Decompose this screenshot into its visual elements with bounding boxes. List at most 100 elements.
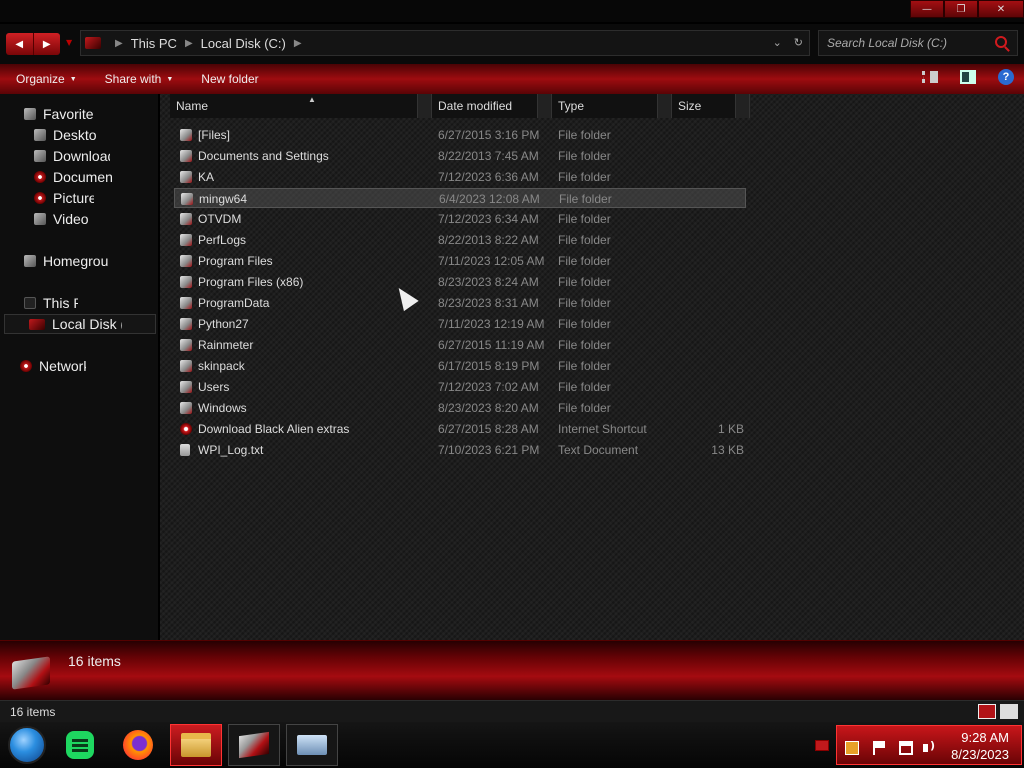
column-divider[interactable] [657, 94, 671, 118]
folder-icon: folder-icon [180, 171, 192, 183]
nav-homegroup[interactable]: Homegroup [24, 251, 108, 271]
preview-pane-icon[interactable] [960, 70, 976, 84]
column-header-date[interactable]: Date modified [432, 94, 552, 118]
caret-down-icon: ▼ [69, 75, 77, 83]
file-name: KA [198, 170, 215, 184]
close-button[interactable]: ✕ [978, 0, 1024, 18]
nav-videos[interactable]: Videos [34, 209, 88, 229]
table-row[interactable]: folder-icon skinpack 6/17/2015 8:19 PM File… [174, 356, 746, 376]
file-name: Users [198, 380, 230, 394]
back-button[interactable]: ◀ [6, 33, 34, 55]
table-row[interactable]: folder-icon Python27 7/11/2023 12:19 AM Fil… [174, 314, 746, 334]
maximize-button[interactable]: ❐ [944, 0, 978, 18]
file-date-modified: 6/4/2023 12:08 AM [439, 192, 540, 206]
search-icon[interactable] [995, 36, 1007, 48]
search-placeholder: Search Local Disk (C:) [827, 36, 948, 50]
file-size: 13 KB [711, 443, 744, 457]
file-date-modified: 6/27/2015 11:19 AM [438, 338, 545, 352]
table-row[interactable]: folder-icon Windows 8/23/2023 8:20 AM File … [174, 398, 746, 418]
column-header-name[interactable]: Name ▲ [170, 94, 432, 118]
table-row[interactable]: folder-icon [Files] 6/27/2015 3:16 PM File … [174, 125, 746, 145]
nav-documents[interactable]: Documents [34, 167, 112, 187]
large-icons-view-icon[interactable] [1000, 704, 1018, 719]
column-header-type[interactable]: Type [552, 94, 672, 118]
network-icon[interactable] [899, 741, 913, 755]
status-item-count: 16 items [10, 705, 56, 719]
file-name: Documents and Settings [198, 149, 329, 163]
chevron-down-icon[interactable]: ⌄ [773, 36, 782, 49]
details-view-icon[interactable] [978, 704, 996, 719]
table-row[interactable]: folder-icon Users 7/12/2023 7:02 AM File fo… [174, 377, 746, 397]
share-with-button[interactable]: Share with ▼ [105, 72, 174, 86]
taskbar-app[interactable] [286, 724, 338, 766]
file-type: File folder [558, 149, 611, 163]
help-icon[interactable]: ? [998, 69, 1014, 85]
details-item-count: 16 items [68, 653, 121, 669]
file-date-modified: 7/12/2023 6:36 AM [438, 170, 539, 184]
folder-icon: folder-icon [180, 276, 192, 288]
column-label: Date modified [438, 99, 513, 113]
file-date-modified: 7/12/2023 7:02 AM [438, 380, 539, 394]
details-pane: 16 items [0, 640, 1024, 700]
table-row[interactable]: text-document-icon WPI_Log.txt 7/10/2023 6… [174, 440, 746, 460]
table-row[interactable]: folder-icon mingw64 6/4/2023 12:08 AM File … [174, 188, 746, 208]
taskbar-file-explorer[interactable] [170, 724, 222, 766]
column-divider[interactable] [537, 94, 551, 118]
taskbar-spotify[interactable] [54, 724, 106, 766]
nav-favorites[interactable]: Favorite [24, 104, 94, 124]
table-row[interactable]: folder-icon Program Files 7/11/2023 12:05 … [174, 251, 746, 271]
taskbar-firefox[interactable] [112, 724, 164, 766]
minimize-button[interactable]: — [910, 0, 944, 18]
chevron-right-icon[interactable]: ▶ [115, 38, 123, 49]
show-hidden-icons-icon[interactable] [815, 740, 829, 751]
refresh-icon[interactable]: ↻ [794, 36, 803, 49]
breadcrumb-local-disk[interactable]: Local Disk (C:) [201, 36, 286, 51]
java-icon[interactable] [845, 741, 859, 755]
clock-time: 9:28 AM [961, 730, 1009, 745]
chevron-right-icon[interactable]: ▶ [294, 38, 302, 49]
table-row[interactable]: folder-iconProgramData8/23/2023 8:31 AMF… [174, 293, 746, 313]
file-type: File folder [558, 338, 611, 352]
taskbar-app[interactable] [228, 724, 280, 766]
organize-label: Organize [16, 72, 65, 86]
file-type: File folder [558, 296, 611, 310]
table-row[interactable]: internet-shortcut-icon Download Black Ali… [174, 419, 746, 439]
sort-ascending-icon: ▲ [308, 95, 316, 104]
nav-desktop[interactable]: Desktop [34, 125, 96, 145]
nav-label: Pictures [53, 190, 94, 206]
navigation-pane: Favorite Desktop Downloads Documents Pic… [0, 94, 158, 640]
start-button[interactable] [8, 726, 46, 764]
chevron-right-icon[interactable]: ▶ [185, 38, 193, 49]
organize-button[interactable]: Organize ▼ [16, 72, 77, 86]
table-row[interactable]: folder-iconProgram Files (x86)8/23/2023 … [174, 272, 746, 292]
table-row[interactable]: folder-icon KA 7/12/2023 6:36 AM File folde… [174, 167, 746, 187]
nav-local-disk[interactable]: Local Disk (C:) [4, 314, 156, 334]
table-row[interactable]: folder-icon PerfLogs 8/22/2013 8:22 AM File… [174, 230, 746, 250]
search-input[interactable]: Search Local Disk (C:) [818, 30, 1018, 56]
nav-this-pc[interactable]: This PC [24, 293, 78, 313]
nav-label: Local Disk (C:) [52, 316, 122, 332]
table-row[interactable]: folder-icon Rainmeter 6/27/2015 11:19 AM Fi… [174, 335, 746, 355]
column-header-size[interactable]: Size [672, 94, 750, 118]
new-folder-button[interactable]: New folder [201, 72, 258, 86]
address-bar[interactable]: ▶ This PC ▶ Local Disk (C:) ▶ ⌄ ↻ [80, 30, 810, 56]
folder-icon: folder-icon [180, 150, 192, 162]
table-row[interactable]: folder-icon Documents and Settings 8/22/20… [174, 146, 746, 166]
column-divider[interactable] [735, 94, 749, 118]
nav-downloads[interactable]: Downloads [34, 146, 110, 166]
change-view-icon[interactable] [922, 71, 938, 83]
action-center-flag-icon[interactable] [873, 741, 887, 755]
forward-button[interactable]: ▶ [34, 33, 61, 55]
file-date-modified: 7/10/2023 6:21 PM [438, 443, 540, 457]
table-row[interactable]: folder-icon OTVDM 7/12/2023 6:34 AM File fo… [174, 209, 746, 229]
volume-icon[interactable] [923, 739, 937, 755]
column-divider[interactable] [417, 94, 431, 118]
breadcrumb-this-pc[interactable]: This PC [131, 36, 177, 51]
nav-pictures[interactable]: Pictures [34, 188, 94, 208]
nav-network[interactable]: Network [20, 356, 86, 376]
file-type: File folder [558, 275, 611, 289]
file-type: Internet Shortcut [558, 422, 647, 436]
clock[interactable]: 9:28 AM 8/23/2023 [951, 729, 1009, 763]
nav-label: Videos [53, 211, 88, 227]
recent-locations-icon[interactable]: ▼ [66, 38, 72, 47]
